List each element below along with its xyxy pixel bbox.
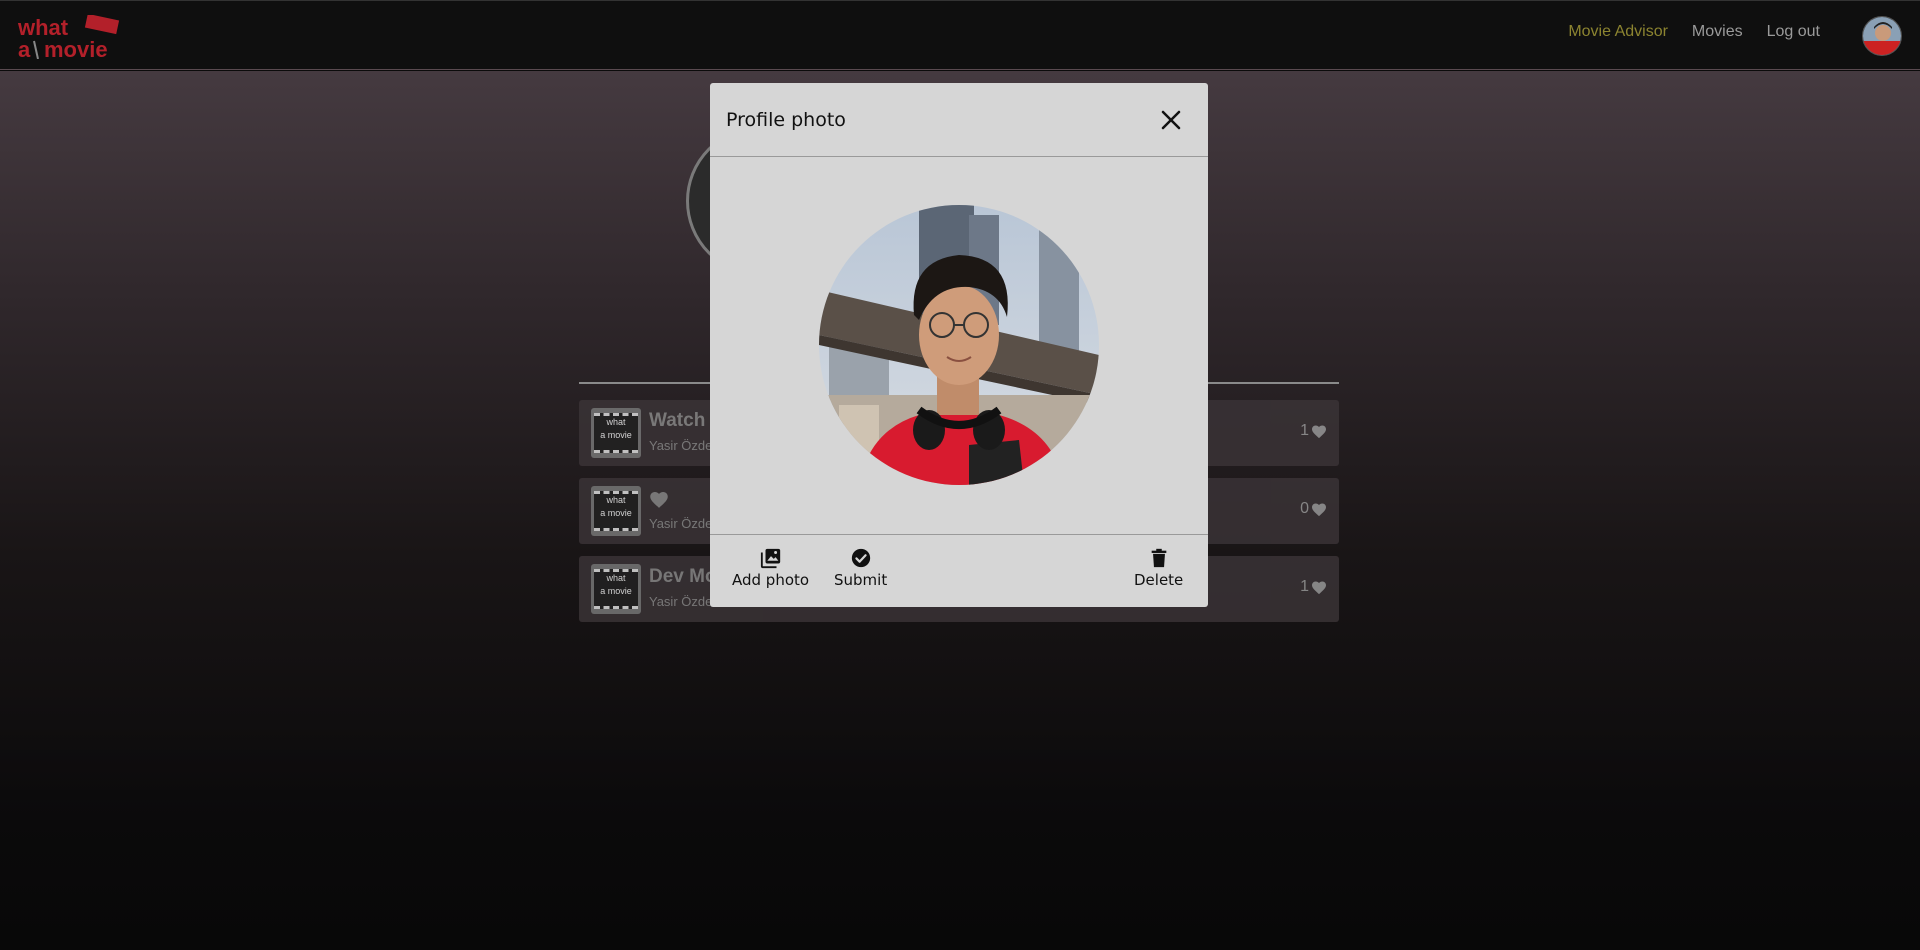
list-thumbnail: what a movie [591,408,641,458]
list-title [649,488,669,515]
list-thumbnail: what a movie [591,486,641,536]
thumb-text: a movie [600,430,632,440]
list-likes: 1 [1300,422,1327,440]
list-likes: 0 [1300,500,1327,518]
submit-label: Submit [834,571,888,589]
modal-footer: Add photo Submit Delete [710,534,1208,607]
svg-text:movie: movie [44,37,108,59]
likes-count: 0 [1300,500,1309,517]
delete-button[interactable]: Delete [1134,547,1183,589]
trash-icon [1151,548,1166,568]
thumb-text: a movie [600,508,632,518]
likes-count: 1 [1300,578,1309,595]
list-title: Dev Mo [649,566,717,587]
list-title: Watch [649,410,706,431]
modal-header: Profile photo [710,83,1208,157]
thumb-text: what [606,417,626,427]
add-photo-icon [760,548,780,569]
logo-image: what a movie [17,13,120,62]
modal-title: Profile photo [726,109,846,131]
add-photo-button[interactable]: Add photo [732,547,809,589]
modal-body [710,158,1208,534]
thumb-text: a movie [600,586,632,596]
heart-icon [650,492,668,508]
list-thumbnail: what a movie [591,564,641,614]
close-button[interactable] [1158,107,1184,133]
avatar-photo-icon [1863,17,1901,55]
navbar: what a movie Movie Advisor Movies Log ou… [0,0,1920,70]
nav-avatar[interactable] [1862,16,1902,56]
close-icon [1161,110,1181,130]
heart-icon[interactable] [1311,424,1327,439]
likes-count: 1 [1300,422,1309,439]
svg-text:a: a [18,37,31,59]
submit-button[interactable]: Submit [834,547,887,589]
list-author: Yasir Özde [649,594,713,609]
add-photo-label: Add photo [732,571,810,589]
thumb-text: what [606,495,626,505]
nav-link-log-out[interactable]: Log out [1767,23,1820,41]
nav-link-movie-advisor[interactable]: Movie Advisor [1568,23,1668,41]
profile-photo-modal: Profile photo Add photo Submit Delete [710,83,1208,607]
thumb-text: what [606,573,626,583]
profile-photo-image [819,205,1099,485]
check-circle-icon [851,548,870,568]
list-author: Yasir Özde [649,438,713,453]
heart-icon[interactable] [1311,580,1327,595]
nav-link-movies[interactable]: Movies [1692,23,1743,41]
list-likes: 1 [1300,578,1327,596]
logo[interactable]: what a movie [16,13,126,62]
heart-icon[interactable] [1311,502,1327,517]
nav-links: Movie Advisor Movies Log out [1568,23,1820,41]
delete-label: Delete [1134,571,1184,589]
profile-photo-preview [819,205,1099,485]
list-author: Yasir Özde [649,516,713,531]
